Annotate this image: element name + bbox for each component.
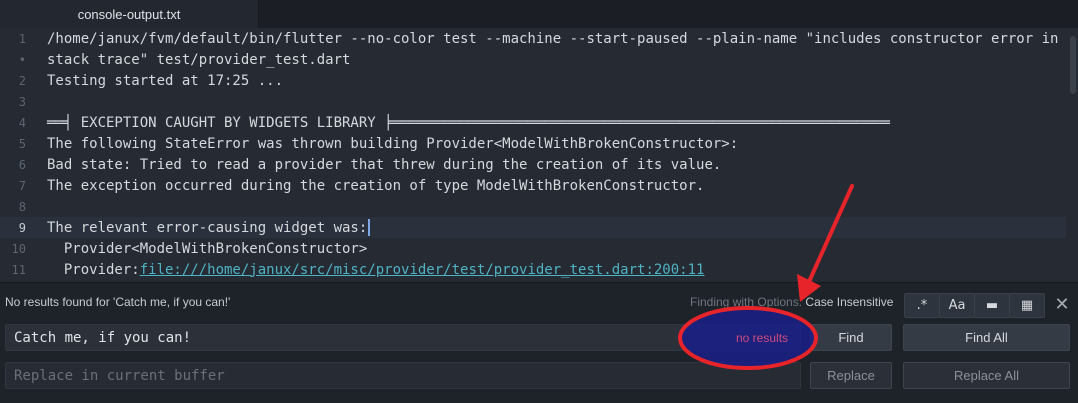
line-number: 6 [18,157,26,172]
code-line: 6 Bad state: Tried to read a provider th… [0,154,1066,175]
case-sensitive-toggle-button[interactable]: Aa [939,293,975,318]
close-icon: ✕ [1054,294,1070,315]
find-input[interactable]: Catch me, if you can! [5,324,801,351]
code-line: 5 The following StateError was thrown bu… [0,133,1066,154]
no-results-indicator: no results [736,331,789,345]
find-input-value: Catch me, if you can! [14,329,192,346]
line-text: ══╡ EXCEPTION CAUGHT BY WIDGETS LIBRARY … [47,114,890,131]
find-replace-panel: No results found for 'Catch me, if you c… [0,282,1078,403]
line-text: stack trace" test/provider_test.dart [47,51,351,68]
find-options-label: Finding with Options: Case Insensitive [690,295,893,309]
text-cursor [368,219,371,236]
line-text: Provider:file:///home/janux/src/misc/pro… [47,261,705,278]
vertical-scrollbar[interactable] [1068,28,1078,282]
whole-word-toggle-button[interactable]: ▦ [1009,293,1045,318]
line-number: 11 [11,262,26,277]
selection-icon: ▬ [985,298,999,313]
line-number: 5 [18,136,26,151]
replace-input[interactable]: Replace in current buffer [5,362,801,389]
code-line: 11 Provider:file:///home/janux/src/misc/… [0,259,1066,280]
tab-bar: console-output.txt [0,0,1078,28]
code-line: • stack trace" test/provider_test.dart [0,49,1066,70]
regex-icon: .* [916,298,928,313]
replace-all-button-label: Replace All [953,368,1020,383]
code-line: 4 ══╡ EXCEPTION CAUGHT BY WIDGETS LIBRAR… [0,112,1066,133]
case-sensitive-icon: Aa [948,298,966,313]
find-status-message: No results found for 'Catch me, if you c… [5,295,231,309]
line-number: 9 [18,220,26,235]
options-value: Case Insensitive [805,295,894,309]
close-panel-button[interactable]: ✕ [1052,293,1072,316]
tab-title: console-output.txt [77,6,181,22]
line-text: Bad state: Tried to read a provider that… [47,156,722,173]
options-prefix: Finding with Options: [690,295,803,309]
file-link[interactable]: file:///home/janux/src/misc/provider/tes… [140,262,705,278]
find-all-button[interactable]: Find All [903,324,1070,351]
line-text: /home/janux/fvm/default/bin/flutter --no… [47,30,1059,47]
code-line: 1 /home/janux/fvm/default/bin/flutter --… [0,28,1066,49]
whole-word-icon: ▦ [1020,298,1034,313]
code-line: 8 [0,196,1066,217]
line-number: 2 [18,73,26,88]
line-number: 10 [11,241,26,256]
line-number: 3 [18,94,26,109]
line-prefix: Provider: [47,261,140,278]
code-line: 3 [0,91,1066,112]
find-button[interactable]: Find [810,324,892,351]
replace-button[interactable]: Replace [810,362,892,389]
line-text: The exception occurred during the creati… [47,177,705,194]
code-line: 7 The exception occurred during the crea… [0,175,1066,196]
line-wrap-marker: • [18,52,26,67]
code-line: 2 Testing started at 17:25 ... [0,70,1066,91]
scrollbar-thumb[interactable] [1070,36,1076,94]
line-number: 7 [18,178,26,193]
replace-input-placeholder: Replace in current buffer [14,367,225,384]
regex-toggle-button[interactable]: .* [904,293,940,318]
tab-console-output[interactable]: console-output.txt [0,0,259,28]
line-number: 1 [18,31,26,46]
replace-all-button[interactable]: Replace All [903,362,1070,389]
find-all-button-label: Find All [965,330,1008,345]
code-line: 10 Provider<ModelWithBrokenConstructor> [0,238,1066,259]
replace-button-label: Replace [827,368,875,383]
line-text: The following StateError was thrown buil… [47,135,739,152]
editor[interactable]: 1 /home/janux/fvm/default/bin/flutter --… [0,28,1078,282]
find-button-label: Find [838,330,864,345]
line-text: Testing started at 17:25 ... [47,72,284,89]
only-in-selection-toggle-button[interactable]: ▬ [974,293,1010,318]
line-text: The relevant error-causing widget was: [47,219,368,236]
line-number: 8 [18,199,26,214]
line-text: Provider<ModelWithBrokenConstructor> [47,240,368,257]
line-number: 4 [18,115,26,130]
code-line-active: 9 The relevant error-causing widget was: [0,217,1066,238]
